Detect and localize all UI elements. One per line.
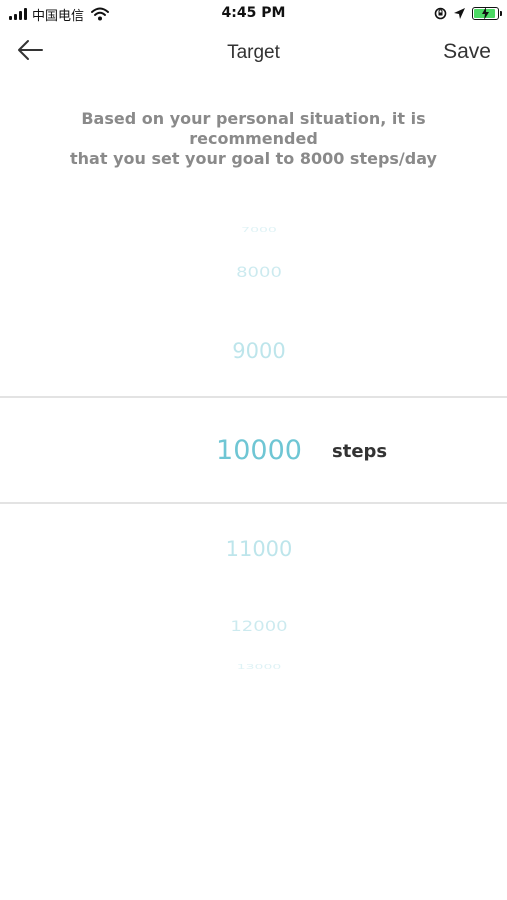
picker-option-7000[interactable]: 7000 — [159, 226, 359, 234]
picker-option-8000[interactable]: 8000 — [159, 264, 359, 281]
nav-bar: Target Save — [0, 30, 507, 76]
picker-option-12000[interactable]: 12000 — [159, 618, 359, 635]
recommendation-text: Based on your personal situation, it is … — [20, 109, 487, 169]
status-right — [434, 5, 502, 22]
page-title: Target — [227, 42, 280, 63]
unit-label: steps — [332, 441, 388, 462]
rotation-lock-icon — [434, 7, 447, 20]
step-goal-picker[interactable]: 7000 8000 9000 10000 steps 11000 12000 1… — [0, 170, 507, 710]
recommendation-line-2: that you set your goal to 8000 steps/day — [70, 149, 437, 168]
picker-option-11000[interactable]: 11000 — [159, 537, 359, 561]
picker-option-selected[interactable]: 10000 — [159, 435, 359, 466]
selection-top-divider — [0, 396, 507, 398]
save-button[interactable]: Save — [443, 40, 491, 64]
status-time: 4:45 PM — [221, 5, 286, 21]
location-icon — [454, 8, 465, 19]
picker-option-9000[interactable]: 9000 — [159, 339, 359, 363]
picker-option-13000[interactable]: 13000 — [159, 663, 359, 671]
battery-charging-icon — [472, 7, 502, 20]
status-bar: 中国电信 4:45 PM — [0, 0, 507, 28]
recommendation-line-1: Based on your personal situation, it is … — [81, 109, 426, 148]
selection-bottom-divider — [0, 502, 507, 504]
